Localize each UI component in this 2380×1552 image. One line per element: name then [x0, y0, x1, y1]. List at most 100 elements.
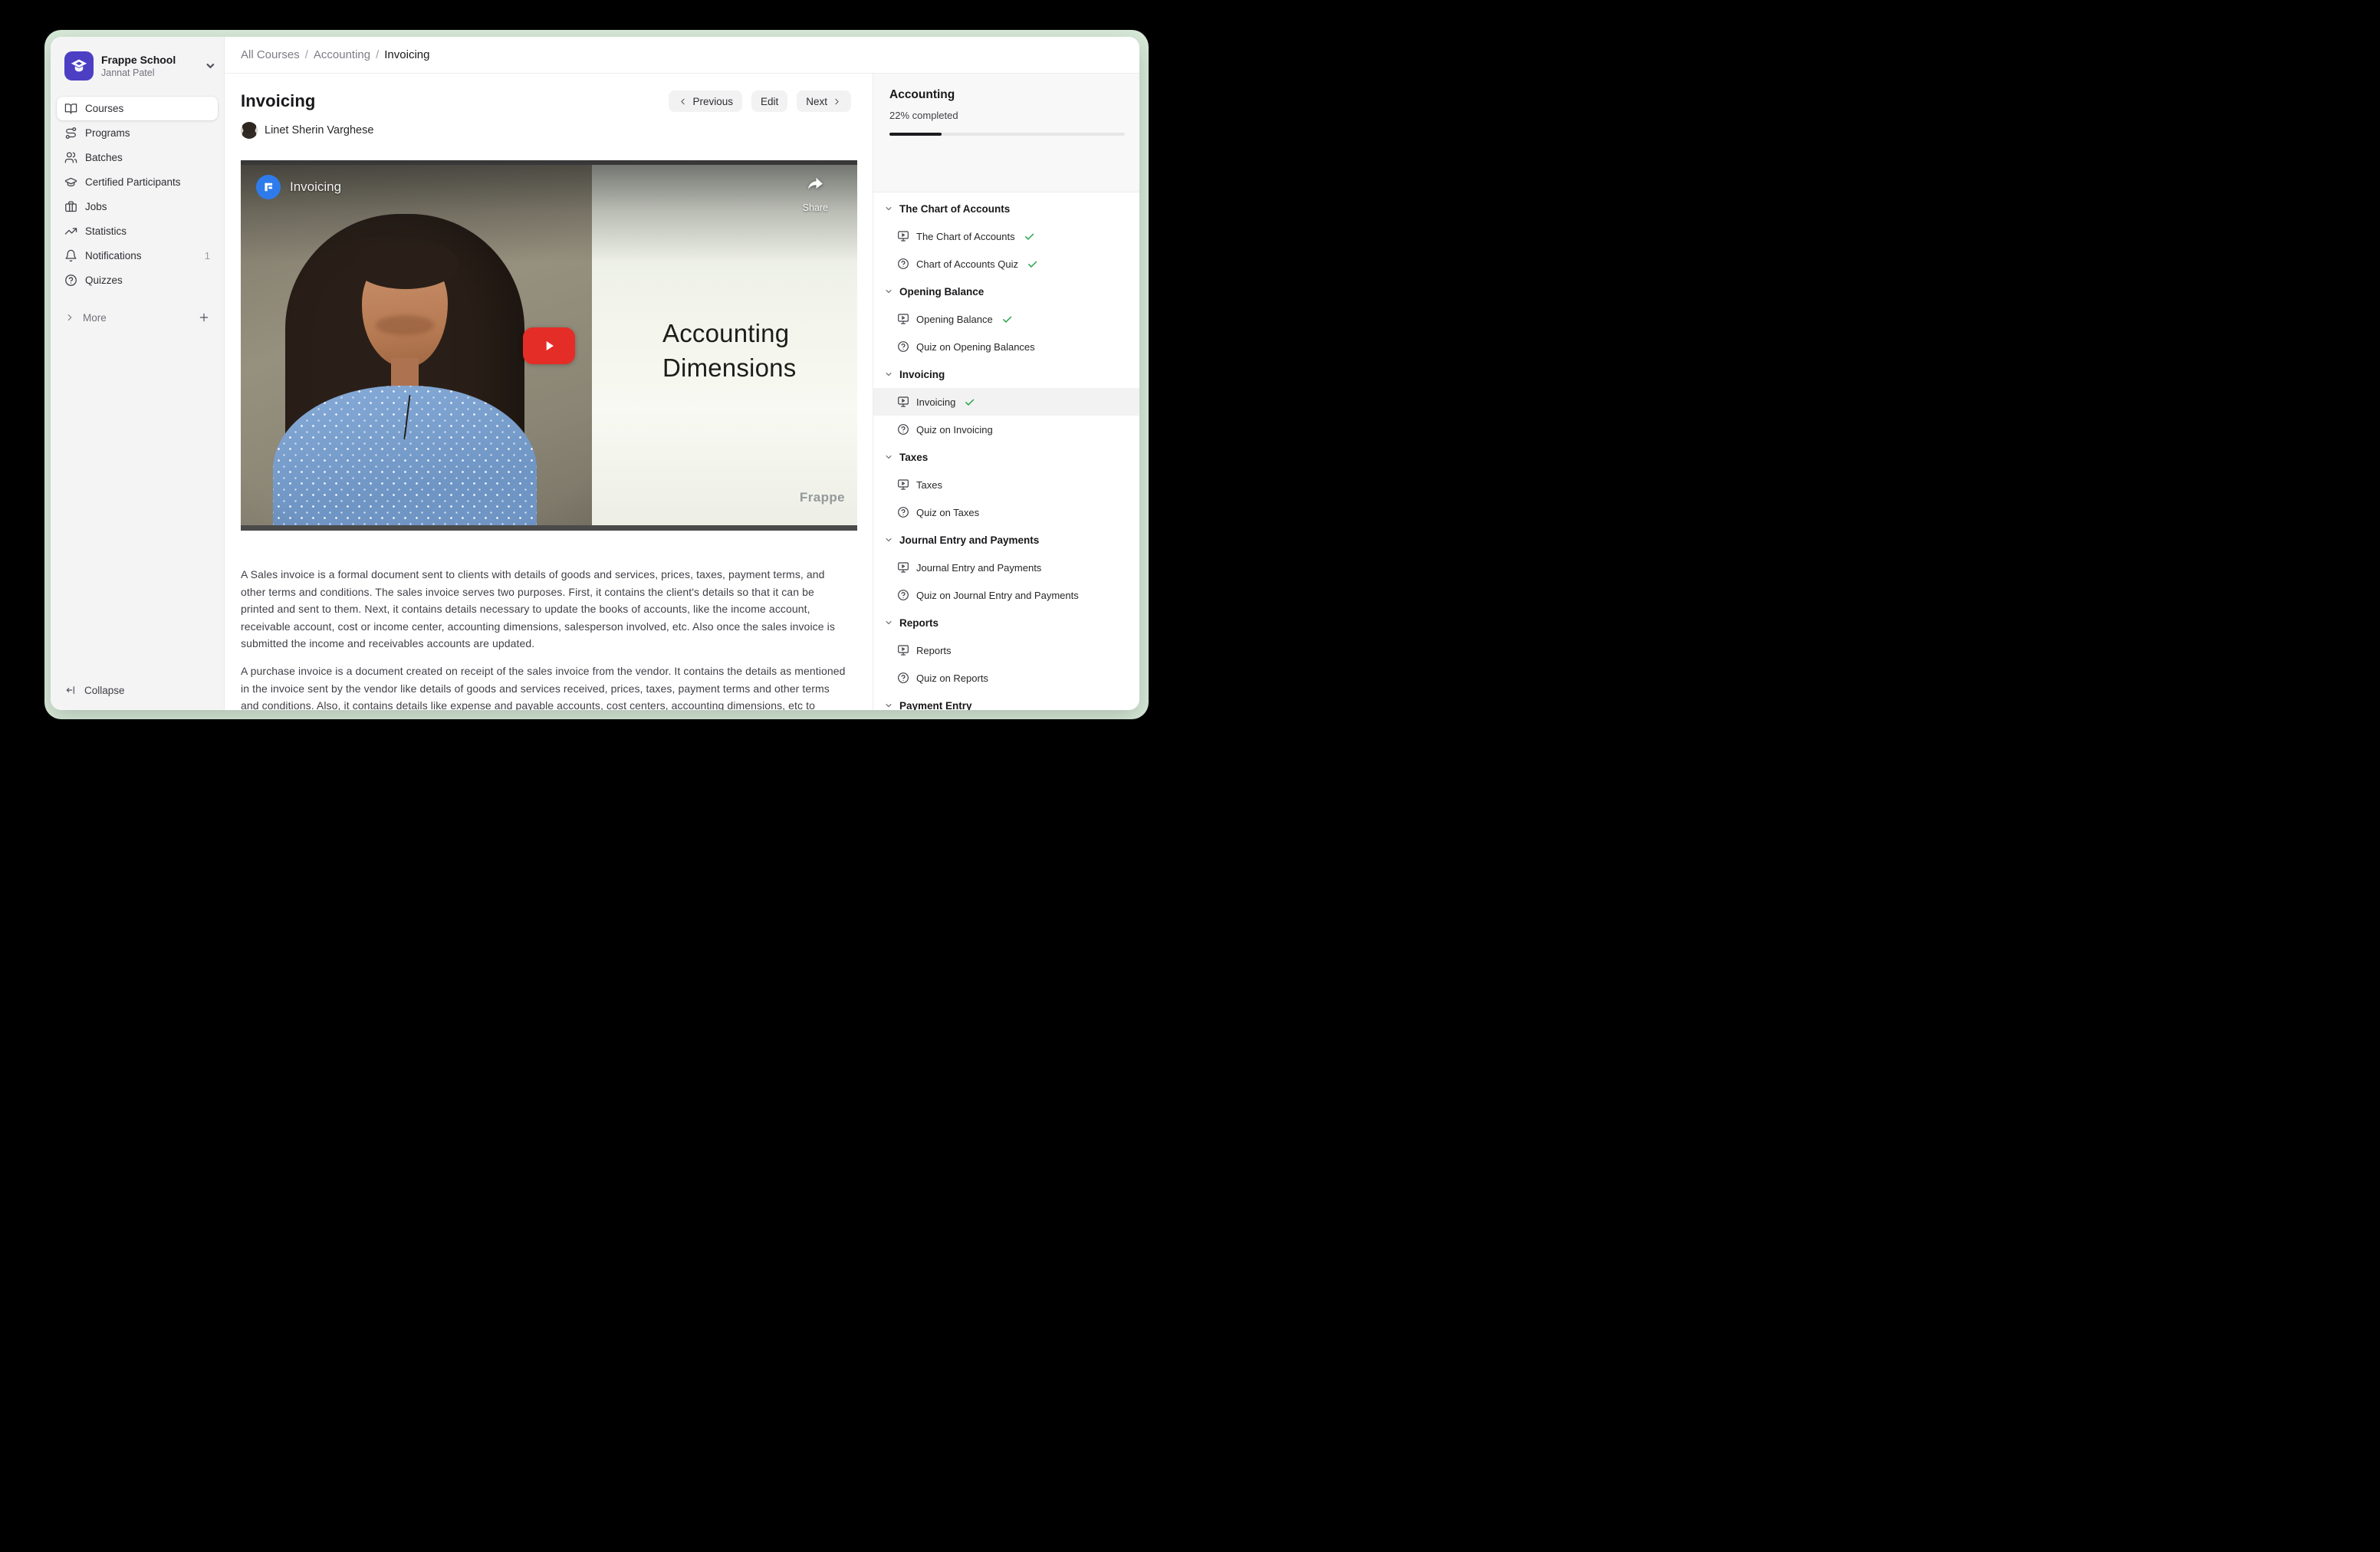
graduation-cap-icon — [64, 176, 77, 189]
author-row: Linet Sherin Varghese — [241, 122, 851, 139]
collapse-label: Collapse — [84, 685, 125, 696]
sidebar-more[interactable]: More — [51, 306, 224, 329]
chevron-right-icon — [832, 97, 842, 107]
quiz-lesson-row[interactable]: Quiz on Opening Balances — [873, 333, 1139, 360]
plus-icon[interactable] — [198, 311, 210, 324]
video-lesson-row[interactable]: Opening Balance — [873, 305, 1139, 333]
channel-avatar[interactable] — [256, 175, 281, 199]
quiz-lesson-row[interactable]: Chart of Accounts Quiz — [873, 250, 1139, 278]
help-circle-icon — [897, 506, 909, 518]
lesson-title: Quiz on Reports — [916, 672, 988, 684]
chevron-down-icon — [203, 58, 215, 74]
workspace-switcher[interactable]: Frappe School Jannat Patel — [51, 37, 224, 86]
book-open-icon — [64, 102, 77, 115]
share-button[interactable]: Share — [803, 174, 828, 213]
briefcase-icon — [64, 200, 77, 213]
share-arrow-icon — [805, 174, 825, 194]
video-thumbnail: Accounting Dimensions Invo — [241, 165, 857, 525]
video-lesson-row[interactable]: Taxes — [873, 471, 1139, 498]
check-icon — [1024, 231, 1035, 242]
lesson-title: Quiz on Taxes — [916, 507, 979, 518]
course-title: Accounting — [889, 88, 1124, 102]
video-lesson-row[interactable]: The Chart of Accounts — [873, 222, 1139, 250]
more-label: More — [83, 312, 190, 324]
video-player[interactable]: Accounting Dimensions Invo — [241, 160, 857, 531]
breadcrumb-separator: / — [305, 48, 308, 61]
top-bar: All Courses / Accounting / Invoicing — [225, 37, 1139, 74]
chevron-down-icon — [884, 370, 893, 379]
help-circle-icon — [897, 672, 909, 684]
edit-button[interactable]: Edit — [751, 90, 787, 112]
lesson-paragraph: A purchase invoice is a document created… — [241, 663, 846, 710]
lesson-title: Quiz on Invoicing — [916, 424, 993, 436]
lesson-title: The Chart of Accounts — [916, 231, 1015, 242]
lesson-title: Reports — [916, 645, 952, 656]
play-icon — [539, 336, 559, 356]
sidebar-item-programs[interactable]: Programs — [57, 121, 218, 145]
video-letterbox-bottom — [241, 525, 857, 531]
sidebar-item-notifications[interactable]: Notifications1 — [57, 244, 218, 268]
chevron-down-icon — [884, 701, 893, 710]
sidebar-item-jobs[interactable]: Jobs — [57, 195, 218, 219]
chapter-row[interactable]: Taxes — [873, 443, 1139, 471]
chapter-row[interactable]: Reports — [873, 609, 1139, 636]
chapter-title: Journal Entry and Payments — [899, 534, 1039, 546]
sidebar-item-batches[interactable]: Batches — [57, 146, 218, 169]
sidebar-nav: Courses Programs BatchesCertified Particip… — [51, 86, 224, 292]
previous-button[interactable]: Previous — [669, 90, 742, 112]
help-circle-icon — [64, 274, 77, 287]
breadcrumb-current: Invoicing — [384, 48, 429, 61]
quiz-lesson-row[interactable]: Quiz on Taxes — [873, 498, 1139, 526]
video-title[interactable]: Invoicing — [290, 179, 341, 195]
chevron-down-icon — [884, 452, 893, 462]
route-icon — [64, 127, 77, 140]
monitor-play-icon — [897, 313, 909, 325]
chapter-title: Opening Balance — [899, 286, 984, 298]
quiz-lesson-row[interactable]: Quiz on Journal Entry and Payments — [873, 581, 1139, 609]
check-icon — [964, 396, 975, 408]
chapter-title: Reports — [899, 617, 939, 629]
chapter-row[interactable]: Invoicing — [873, 360, 1139, 388]
share-label: Share — [803, 202, 828, 213]
breadcrumb: All Courses / Accounting / Invoicing — [241, 48, 429, 61]
video-lesson-row[interactable]: Reports — [873, 636, 1139, 664]
play-button[interactable] — [523, 327, 575, 364]
sidebar-collapse-button[interactable]: Collapse — [57, 678, 218, 702]
breadcrumb-course[interactable]: Accounting — [314, 48, 370, 61]
chapter-row[interactable]: Journal Entry and Payments — [873, 526, 1139, 554]
quiz-lesson-row[interactable]: Quiz on Invoicing — [873, 416, 1139, 443]
sidebar-item-quizzes[interactable]: Quizzes — [57, 268, 218, 292]
breadcrumb-separator: / — [376, 48, 379, 61]
quiz-lesson-row[interactable]: Quiz on Reports — [873, 664, 1139, 692]
workspace-text: Frappe School Jannat Patel — [101, 54, 196, 79]
breadcrumb-all-courses[interactable]: All Courses — [241, 48, 300, 61]
monitor-play-icon — [897, 644, 909, 656]
sidebar-item-courses[interactable]: Courses — [57, 97, 218, 120]
lesson-title: Quiz on Opening Balances — [916, 341, 1035, 353]
lesson-nav-buttons: Previous Edit Next — [669, 90, 851, 112]
workspace-user: Jannat Patel — [101, 67, 196, 79]
desktop-backdrop: Frappe School Jannat Patel Courses Progra… — [44, 30, 1149, 719]
author-name: Linet Sherin Varghese — [265, 124, 373, 136]
frappe-f-logo — [260, 179, 277, 196]
sidebar-item-certified-participants[interactable]: Certified Participants — [57, 170, 218, 194]
chapter-row[interactable]: Payment Entry — [873, 692, 1139, 710]
sidebar-item-label: Programs — [85, 127, 210, 139]
chapter-row[interactable]: Opening Balance — [873, 278, 1139, 305]
frappe-watermark: Frappe — [800, 490, 845, 505]
lesson-title: Taxes — [916, 479, 942, 491]
next-button[interactable]: Next — [797, 90, 851, 112]
course-outline-panel: Accounting 22% completed The Chart of Ac… — [873, 74, 1139, 710]
help-circle-icon — [897, 258, 909, 270]
video-lesson-row[interactable]: Journal Entry and Payments — [873, 554, 1139, 581]
sidebar-item-statistics[interactable]: Statistics — [57, 219, 218, 243]
outline-list: The Chart of Accounts The Chart of Accoun… — [873, 192, 1139, 710]
chevron-down-icon — [884, 535, 893, 544]
app-window: Frappe School Jannat Patel Courses Progra… — [51, 37, 1139, 710]
sidebar-item-label: Notifications — [85, 250, 197, 261]
chapter-row[interactable]: The Chart of Accounts — [873, 195, 1139, 222]
monitor-play-icon — [897, 230, 909, 242]
help-circle-icon — [897, 589, 909, 601]
video-lesson-row[interactable]: Invoicing — [873, 388, 1139, 416]
outline-header: Accounting 22% completed — [873, 74, 1139, 192]
